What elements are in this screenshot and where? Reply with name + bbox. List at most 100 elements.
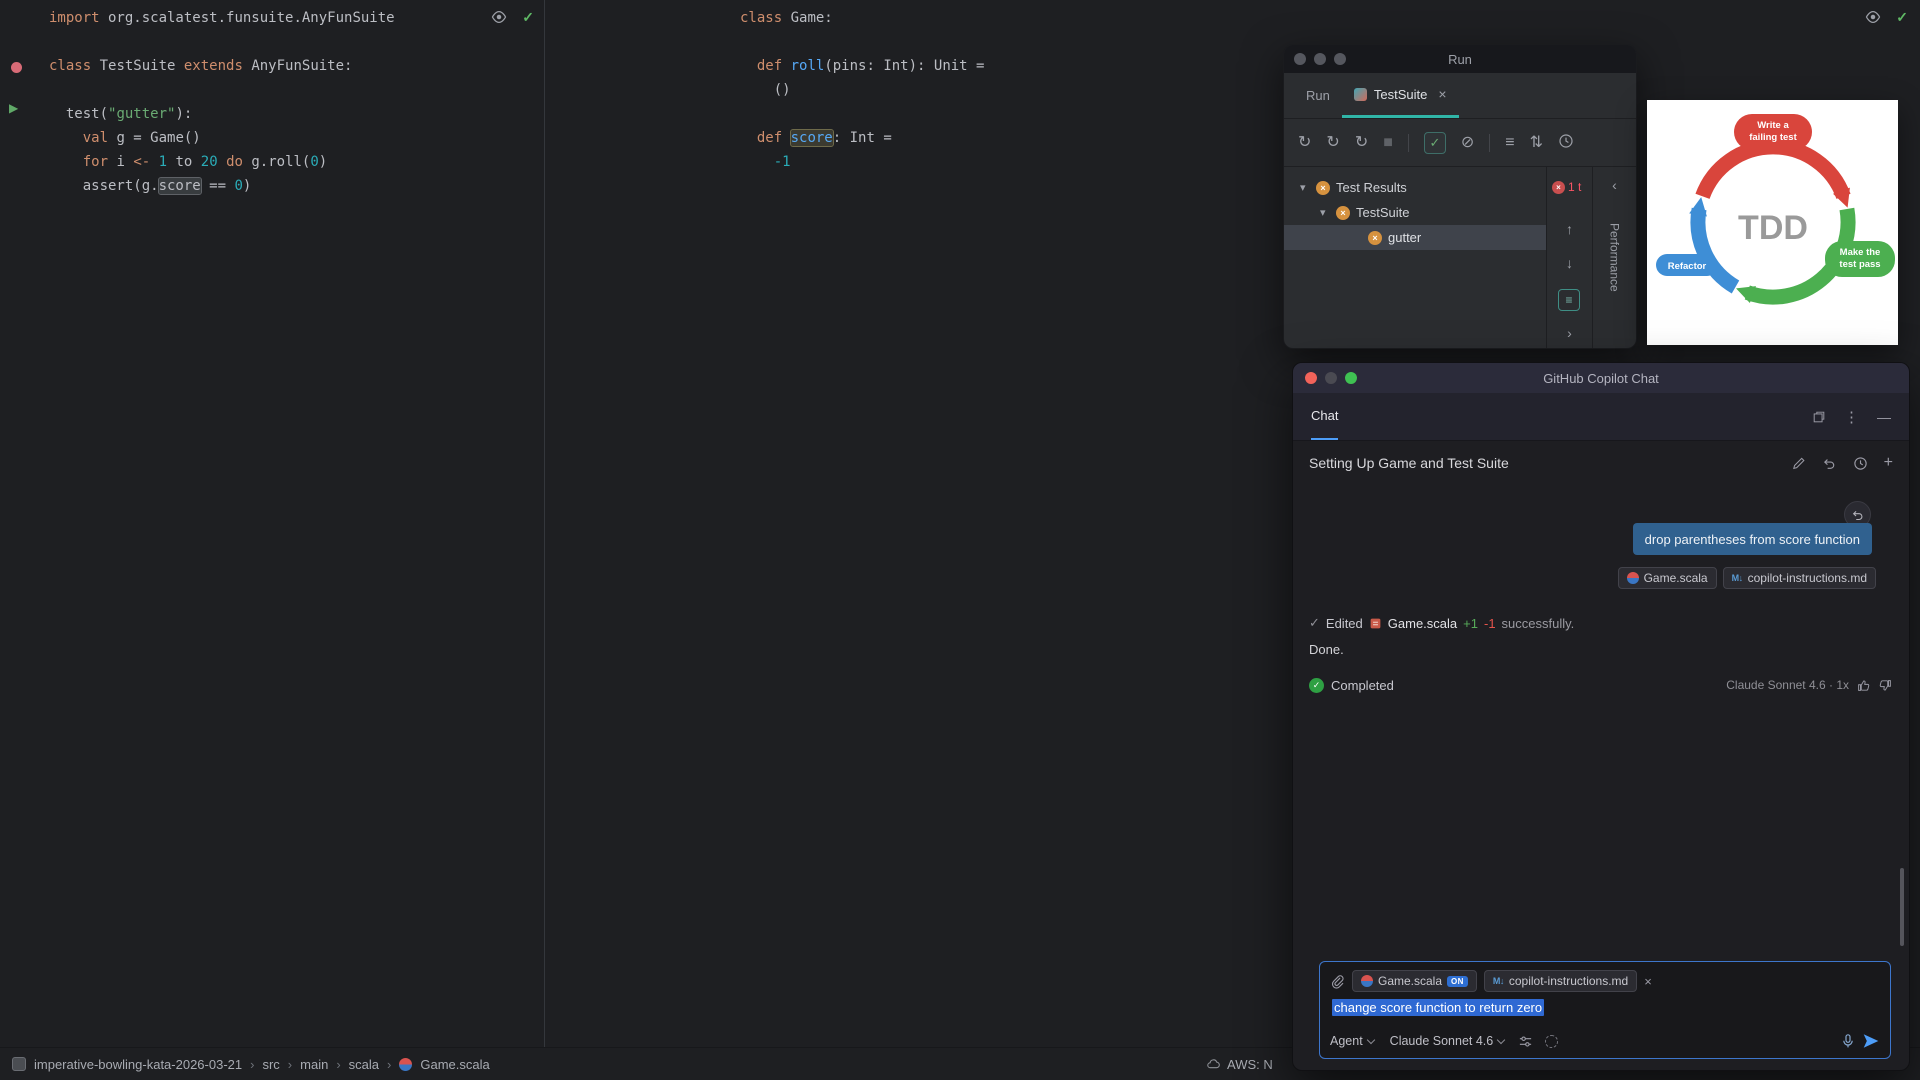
thumbs-down-icon[interactable] — [1878, 678, 1893, 693]
game-code[interactable]: class Game: def roll(pins: Int): Unit = … — [740, 6, 984, 174]
crumb-file[interactable]: Game.scala — [420, 1057, 489, 1072]
performance-tab-label[interactable]: Performance — [1608, 223, 1622, 292]
more-actions-icon[interactable]: ⋮ — [1844, 408, 1859, 426]
window-controls — [1294, 53, 1346, 65]
chat-scrollbar[interactable] — [1900, 868, 1904, 946]
testsuite-code[interactable]: import org.scalatest.funsuite.AnyFunSuit… — [49, 6, 395, 198]
attachment-chip-game-scala[interactable]: Game.scala — [1617, 567, 1717, 589]
window-title: GitHub Copilot Chat — [1543, 370, 1659, 386]
rerun-tests-icon[interactable]: ↻ — [1298, 134, 1311, 151]
inspections-eye-icon[interactable] — [1864, 8, 1882, 26]
copilot-titlebar[interactable]: GitHub Copilot Chat — [1293, 363, 1909, 393]
tools-icon[interactable] — [1518, 1034, 1533, 1049]
markdown-icon: M↓ — [1731, 573, 1744, 583]
tree-label: TestSuite — [1356, 205, 1410, 220]
close-tab-icon[interactable]: × — [1438, 86, 1446, 102]
breadcrumb: imperative-bowling-kata-2026-03-21 › src… — [12, 1057, 490, 1072]
crumb-src[interactable]: src — [262, 1057, 279, 1072]
run-test-gutter-icon[interactable]: ▶ — [9, 101, 18, 115]
input-chip-instructions[interactable]: M↓ copilot-instructions.md — [1483, 970, 1638, 992]
run-window-titlebar[interactable]: Run — [1284, 45, 1636, 73]
attachment-chip-instructions[interactable]: M↓ copilot-instructions.md — [1722, 567, 1876, 589]
run-side-strip: × 1 t ↑ ↓ ≡ › — [1546, 167, 1592, 348]
tab-testsuite[interactable]: TestSuite × — [1341, 73, 1459, 118]
chevron-down-icon — [1366, 1035, 1375, 1044]
stop-icon[interactable]: ■ — [1383, 134, 1393, 151]
assistant-done-text: Done. — [1309, 642, 1344, 657]
test-results-tree: ▾ × Test Results ▾ × TestSuite × gutter — [1284, 167, 1546, 348]
minimize-button[interactable] — [1314, 53, 1326, 65]
voice-input-icon[interactable] — [1840, 1033, 1856, 1049]
toggle-auto-test-icon[interactable]: ↻ — [1355, 134, 1368, 151]
close-button[interactable] — [1294, 53, 1306, 65]
class-run-gutter-icon[interactable] — [11, 62, 22, 73]
next-failed-test-icon[interactable]: ↓ — [1547, 255, 1592, 271]
new-chat-icon[interactable]: + — [1884, 454, 1893, 472]
expand-icon[interactable]: › — [1547, 325, 1592, 341]
crumb-main[interactable]: main — [300, 1057, 328, 1072]
run-window-body: ▾ × Test Results ▾ × TestSuite × gutter … — [1284, 167, 1636, 348]
open-in-editor-icon[interactable] — [1812, 410, 1826, 424]
chevron-down-icon[interactable]: ▾ — [1300, 181, 1310, 194]
collapse-icon[interactable]: ‹ — [1593, 177, 1636, 193]
chat-header-actions: + — [1791, 454, 1893, 472]
model-dropdown[interactable]: Claude Sonnet 4.6 — [1389, 1034, 1506, 1048]
chat-input-field[interactable]: change score function to return zero — [1320, 992, 1890, 1016]
inspections-eye-icon[interactable] — [490, 8, 508, 26]
tab-chat[interactable]: Chat — [1311, 393, 1339, 440]
zoom-button[interactable] — [1345, 372, 1357, 384]
tree-row-gutter[interactable]: × gutter — [1284, 225, 1546, 250]
tree-row-test-results[interactable]: ▾ × Test Results — [1284, 175, 1546, 200]
input-chip-game-scala[interactable]: Game.scala ON — [1352, 970, 1477, 992]
mode-label: Agent — [1330, 1034, 1363, 1048]
markdown-icon: M↓ — [1492, 976, 1505, 986]
show-passed-toggle-icon[interactable]: ✓ — [1423, 131, 1446, 154]
autoscroll-to-source-icon[interactable]: ≡ — [1558, 289, 1580, 311]
thumbs-up-icon[interactable] — [1856, 678, 1871, 693]
undo-icon[interactable] — [1822, 456, 1837, 471]
error-count-badge: × 1 t — [1552, 180, 1596, 194]
chip-label: copilot-instructions.md — [1747, 571, 1867, 585]
breadcrumb-separator: › — [250, 1056, 255, 1072]
chat-input-box[interactable]: Game.scala ON M↓ copilot-instructions.md… — [1319, 961, 1891, 1059]
minimize-panel-icon[interactable]: — — [1877, 409, 1891, 425]
usage-circle-icon — [1545, 1034, 1559, 1048]
sort-alphabetically-icon[interactable]: ≡ — [1505, 134, 1514, 151]
error-icon: × — [1552, 180, 1565, 194]
tree-row-testsuite[interactable]: ▾ × TestSuite — [1284, 200, 1546, 225]
model-label: Claude Sonnet 4.6 — [1389, 1034, 1494, 1048]
test-history-icon[interactable] — [1558, 133, 1574, 153]
testsuite-editor-pane[interactable]: ▶ import org.scalatest.funsuite.AnyFunSu… — [0, 0, 545, 1047]
file-icon — [1369, 617, 1382, 630]
run-tool-window: Run Run TestSuite × ↻ ↻ ↻ ■ ✓ ⊘ ≡ ⇅ ▾ × … — [1283, 44, 1637, 349]
copilot-chat-window: GitHub Copilot Chat Chat ⋮ — Setting Up … — [1292, 362, 1910, 1071]
no-problems-icon[interactable]: ✓ — [522, 9, 534, 26]
run-config-icon — [1353, 87, 1367, 101]
close-button[interactable] — [1305, 372, 1317, 384]
no-problems-icon[interactable]: ✓ — [1896, 9, 1908, 26]
zoom-button[interactable] — [1334, 53, 1346, 65]
inspections-widget: ✓ — [1864, 8, 1908, 26]
input-controls-row: Agent Claude Sonnet 4.6 — [1330, 1032, 1880, 1050]
paperclip-icon[interactable] — [1330, 974, 1345, 989]
statusbar-aws-widget[interactable]: AWS: N — [1206, 1057, 1273, 1072]
breadcrumb-separator: › — [387, 1056, 392, 1072]
mode-dropdown[interactable]: Agent — [1330, 1034, 1375, 1048]
crumb-project[interactable]: imperative-bowling-kata-2026-03-21 — [34, 1057, 242, 1072]
edit-chat-icon[interactable] — [1791, 456, 1806, 471]
chat-tab-actions: ⋮ — — [1812, 408, 1891, 426]
user-message-bubble: drop parentheses from score function — [1632, 523, 1872, 555]
tab-run[interactable]: Run — [1294, 73, 1342, 118]
chevron-down-icon[interactable]: ▾ — [1320, 206, 1330, 219]
crumb-scala[interactable]: scala — [349, 1057, 379, 1072]
show-ignored-icon[interactable]: ⊘ — [1461, 134, 1474, 151]
scala-icon — [1361, 975, 1373, 987]
edited-file-link[interactable]: Game.scala — [1388, 616, 1457, 631]
minimize-button[interactable] — [1325, 372, 1337, 384]
rerun-failed-tests-icon[interactable]: ↻ — [1326, 134, 1339, 151]
send-icon[interactable] — [1862, 1032, 1880, 1050]
remove-attachment-icon[interactable]: × — [1644, 974, 1652, 989]
chat-history-icon[interactable] — [1853, 456, 1868, 471]
previous-failed-test-icon[interactable]: ↑ — [1547, 221, 1592, 237]
sort-by-duration-icon[interactable]: ⇅ — [1530, 134, 1543, 151]
